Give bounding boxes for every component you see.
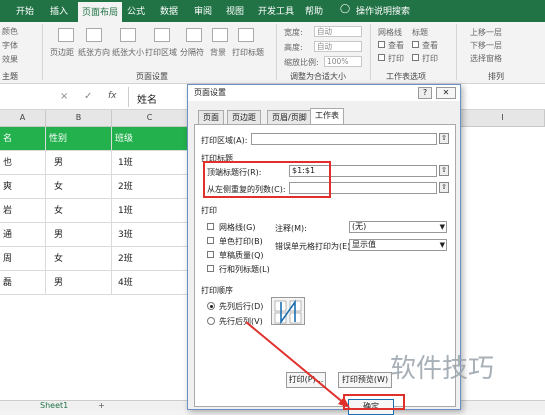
watermark-text: 软件技巧	[390, 354, 495, 384]
